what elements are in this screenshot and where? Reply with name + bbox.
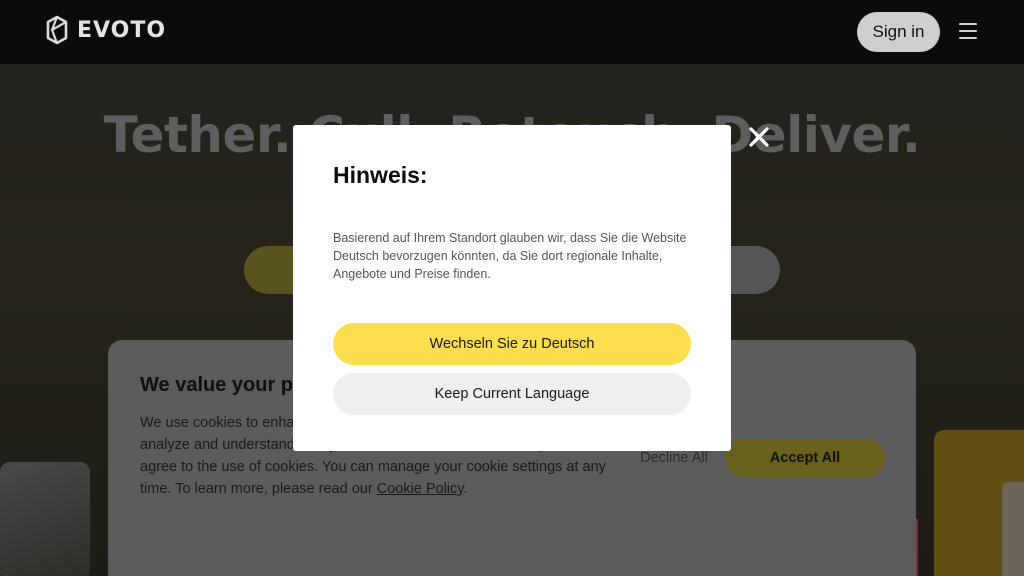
accept-all-button[interactable]: Accept All xyxy=(725,439,885,477)
keep-language-button[interactable]: Keep Current Language xyxy=(333,373,691,415)
sample-photo-product xyxy=(1002,482,1024,576)
modal-title: Hinweis: xyxy=(333,162,428,188)
cookie-text-end: . xyxy=(463,481,468,497)
site-header: EVOTO Sign in xyxy=(0,0,1024,64)
modal-body: Basierend auf Ihrem Standort glauben wir… xyxy=(333,231,687,281)
close-icon[interactable] xyxy=(748,126,770,148)
hamburger-menu-icon[interactable] xyxy=(959,23,977,39)
switch-to-german-button[interactable]: Wechseln Sie zu Deutsch xyxy=(333,323,691,365)
logo[interactable]: EVOTO xyxy=(46,15,166,45)
cookie-policy-link[interactable]: Cookie Policy xyxy=(377,481,464,497)
language-modal: Hinweis: Basierend auf Ihrem Standort gl… xyxy=(293,125,731,451)
sample-photo-left xyxy=(0,462,90,576)
sign-in-button[interactable]: Sign in xyxy=(857,12,940,52)
logo-text: EVOTO xyxy=(77,17,167,43)
cookie-title: We value your p xyxy=(140,374,294,396)
evoto-logo-icon xyxy=(46,15,68,45)
sample-photo-right xyxy=(934,430,1024,576)
